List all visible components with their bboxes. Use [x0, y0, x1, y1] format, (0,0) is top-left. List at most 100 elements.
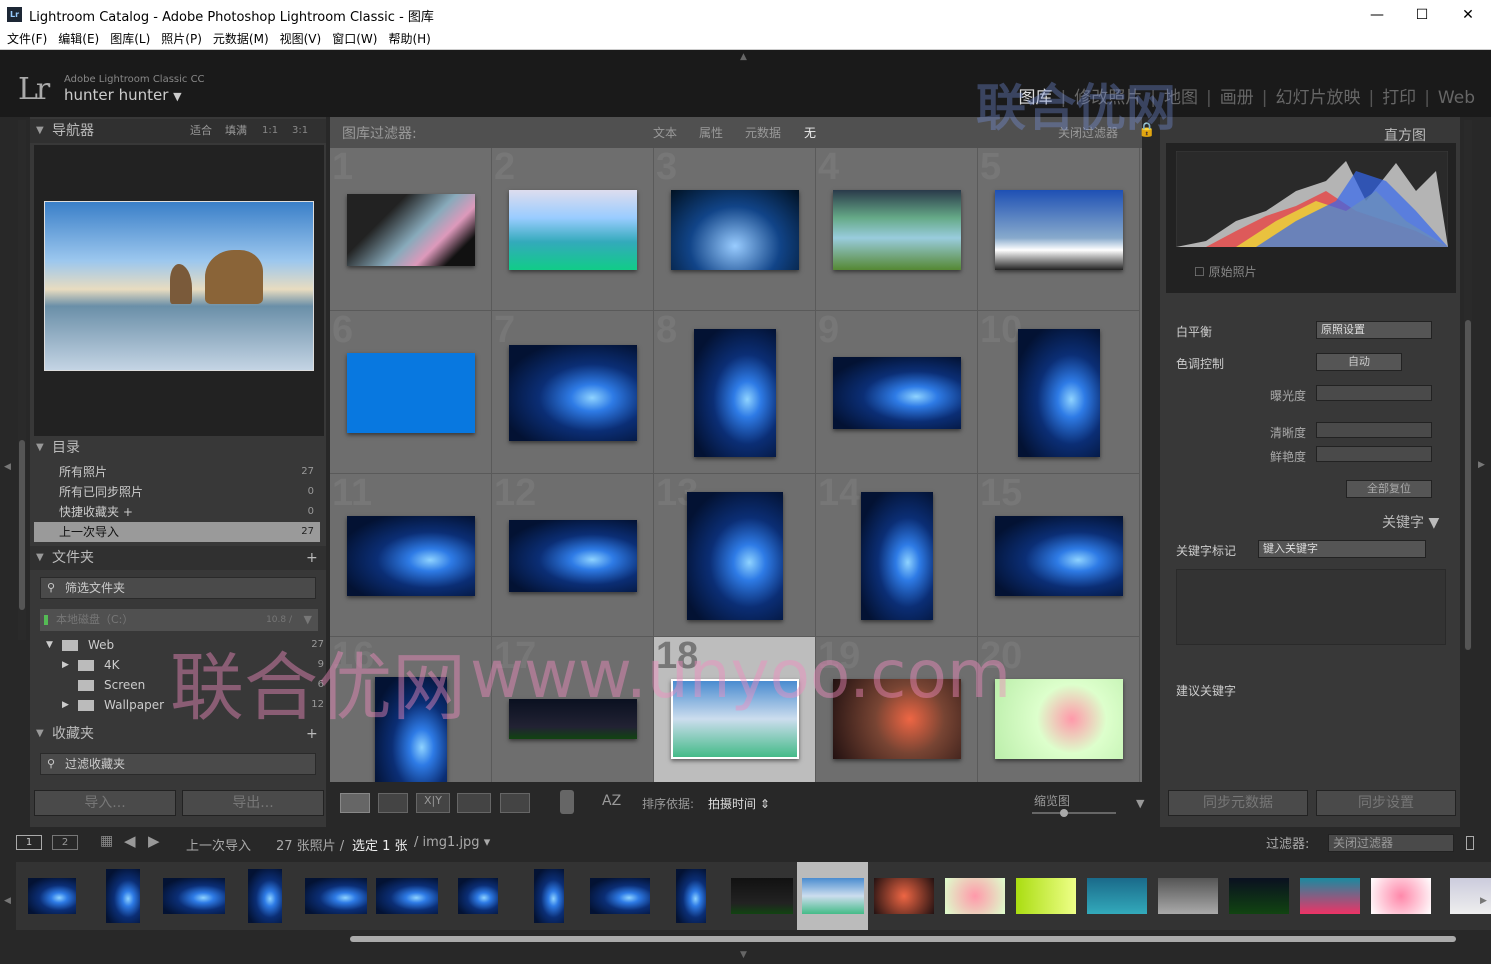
add-folder-icon[interactable]: + — [306, 546, 318, 570]
catalog-item-quick[interactable]: 快捷收藏夹 +0 — [34, 502, 320, 522]
filmstrip-thumb[interactable] — [797, 862, 869, 930]
filter-text[interactable]: 文本 — [653, 124, 677, 141]
filmstrip-right-icon[interactable]: ▶ — [1480, 896, 1487, 906]
filmstrip-thumb[interactable] — [868, 862, 940, 930]
vibrance-buttons[interactable] — [1316, 446, 1432, 462]
forward-arrow-icon[interactable]: ▶ — [148, 832, 160, 850]
auto-tone-button[interactable]: 自动 — [1316, 353, 1402, 371]
sync-settings-button[interactable]: 同步设置 — [1316, 790, 1456, 816]
filmstrip-thumb[interactable] — [371, 862, 443, 930]
user-name[interactable]: hunter hunter ▼ — [64, 86, 182, 104]
filmstrip-thumb[interactable] — [229, 862, 301, 930]
collection-filter-input[interactable]: ⚲ 过滤收藏夹 — [40, 753, 316, 775]
source-label[interactable]: 上一次导入 — [186, 835, 251, 854]
filmstrip-filter-select[interactable]: 关闭过滤器 — [1328, 834, 1454, 852]
grid-cell[interactable]: 3 — [654, 148, 816, 311]
right-scrollbar[interactable] — [1464, 120, 1472, 650]
back-arrow-icon[interactable]: ◀ — [124, 832, 136, 850]
grid-cell[interactable]: 10 — [978, 309, 1140, 474]
folders-header[interactable]: ▼ 文件夹 + — [30, 546, 326, 570]
grid-cell[interactable]: 4 — [816, 148, 978, 311]
sync-metadata-button[interactable]: 同步元数据 — [1168, 790, 1308, 816]
module-print[interactable]: 打印 — [1382, 88, 1416, 108]
filmstrip-thumb[interactable] — [1010, 862, 1082, 930]
catalog-header[interactable]: ▼ 目录 — [30, 436, 326, 460]
original-photo-toggle[interactable]: ☐ 原始照片 — [1194, 263, 1257, 280]
zoom-fit[interactable]: 适合 — [190, 119, 212, 143]
filmstrip-scrollbar[interactable] — [350, 936, 1456, 942]
menu-metadata[interactable]: 元数据(M) — [213, 30, 269, 49]
filmstrip-thumb[interactable] — [584, 862, 656, 930]
export-button[interactable]: 导出... — [182, 790, 324, 816]
menu-view[interactable]: 视图(V) — [280, 30, 322, 49]
zoom-fill[interactable]: 填满 — [225, 119, 247, 143]
keywords-header[interactable]: 关键字 ▼ — [1382, 512, 1439, 532]
loupe-view-icon[interactable] — [378, 793, 408, 813]
filmstrip-thumb[interactable] — [1081, 862, 1153, 930]
grid-cell[interactable]: 1 — [330, 148, 492, 311]
grid-cell[interactable]: 13 — [654, 472, 816, 637]
reset-all-button[interactable]: 全部复位 — [1346, 480, 1432, 498]
filmstrip-thumb[interactable] — [726, 862, 798, 930]
filter-none[interactable]: 无 — [804, 124, 816, 141]
catalog-item-previous[interactable]: 上一次导入 27 — [34, 522, 320, 542]
menu-file[interactable]: 文件(F) — [7, 30, 47, 49]
grid-view-icon[interactable] — [340, 793, 370, 813]
grid-cell[interactable]: 15 — [978, 472, 1140, 637]
white-balance-select[interactable]: 原照设置 — [1316, 321, 1432, 339]
collapse-bottom-icon[interactable]: ▼ — [740, 950, 747, 960]
menu-help[interactable]: 帮助(H) — [388, 30, 430, 49]
menu-edit[interactable]: 编辑(E) — [58, 30, 99, 49]
survey-view-icon[interactable] — [457, 793, 491, 813]
filmstrip-thumb[interactable] — [300, 862, 372, 930]
keyword-input[interactable]: 键入关键字 — [1258, 540, 1426, 558]
grid-cell[interactable]: 9 — [816, 309, 978, 474]
close-button[interactable]: ✕ — [1448, 3, 1488, 27]
filter-switch[interactable] — [1466, 836, 1474, 850]
grid-cell[interactable]: 5 — [978, 148, 1140, 311]
catalog-item-synced[interactable]: 所有已同步照片 0 — [34, 482, 320, 502]
filmstrip-thumb[interactable] — [16, 862, 88, 930]
import-button[interactable]: 导入... — [34, 790, 176, 816]
window-2-button[interactable]: 2 — [52, 835, 78, 850]
window-1-button[interactable]: 1 — [16, 835, 42, 850]
maximize-button[interactable]: ☐ — [1402, 3, 1442, 27]
module-slideshow[interactable]: 幻灯片放映 — [1275, 88, 1360, 108]
minimize-button[interactable]: — — [1357, 3, 1397, 27]
keyword-text-area[interactable] — [1176, 569, 1446, 645]
module-book[interactable]: 画册 — [1220, 88, 1254, 108]
sort-direction-icon[interactable]: AZ — [602, 793, 621, 809]
thumb-size-slider[interactable] — [1032, 809, 1116, 817]
grid-cell[interactable]: 14 — [816, 472, 978, 637]
filmstrip-thumb[interactable] — [1294, 862, 1366, 930]
grid-cell[interactable]: 11 — [330, 472, 492, 637]
zoom-3-1[interactable]: 3:1 — [292, 119, 308, 143]
filmstrip-thumb[interactable] — [1223, 862, 1295, 930]
filter-attribute[interactable]: 属性 — [699, 124, 723, 141]
clarity-buttons[interactable] — [1316, 422, 1432, 438]
collapse-top-icon[interactable]: ▲ — [740, 52, 747, 62]
exposure-buttons[interactable] — [1316, 385, 1432, 401]
grid-cell[interactable]: 12 — [492, 472, 654, 637]
right-collapse-icon[interactable]: ▶ — [1478, 460, 1485, 470]
filmstrip-left-icon[interactable]: ◀ — [4, 896, 11, 906]
navigator-header[interactable]: ▼ 导航器 适合 填满 1:1 3:1 — [30, 119, 326, 143]
grid-icon[interactable]: ▦ — [100, 833, 113, 849]
grid-cell[interactable]: 2 — [492, 148, 654, 311]
grid-cell[interactable]: 8 — [654, 309, 816, 474]
navigator-preview[interactable] — [34, 145, 324, 448]
left-collapse-icon[interactable]: ◀ — [4, 462, 11, 472]
filmstrip-thumb[interactable] — [655, 862, 727, 930]
left-scrollbar[interactable] — [18, 120, 26, 640]
painter-icon[interactable] — [560, 790, 574, 814]
filmstrip-thumb[interactable] — [939, 862, 1011, 930]
catalog-item-all[interactable]: 所有照片 27 — [34, 462, 320, 482]
menu-window[interactable]: 窗口(W) — [332, 30, 377, 49]
grid-cell[interactable]: 7 — [492, 309, 654, 474]
filmstrip-thumb[interactable] — [1152, 862, 1224, 930]
filmstrip-thumb[interactable] — [442, 862, 514, 930]
menu-library[interactable]: 图库(L) — [110, 30, 150, 49]
toolbar-menu-icon[interactable]: ▼ — [1136, 797, 1144, 810]
filmstrip-thumb[interactable] — [87, 862, 159, 930]
sort-select[interactable]: 拍摄时间 ⇕ — [708, 795, 770, 812]
